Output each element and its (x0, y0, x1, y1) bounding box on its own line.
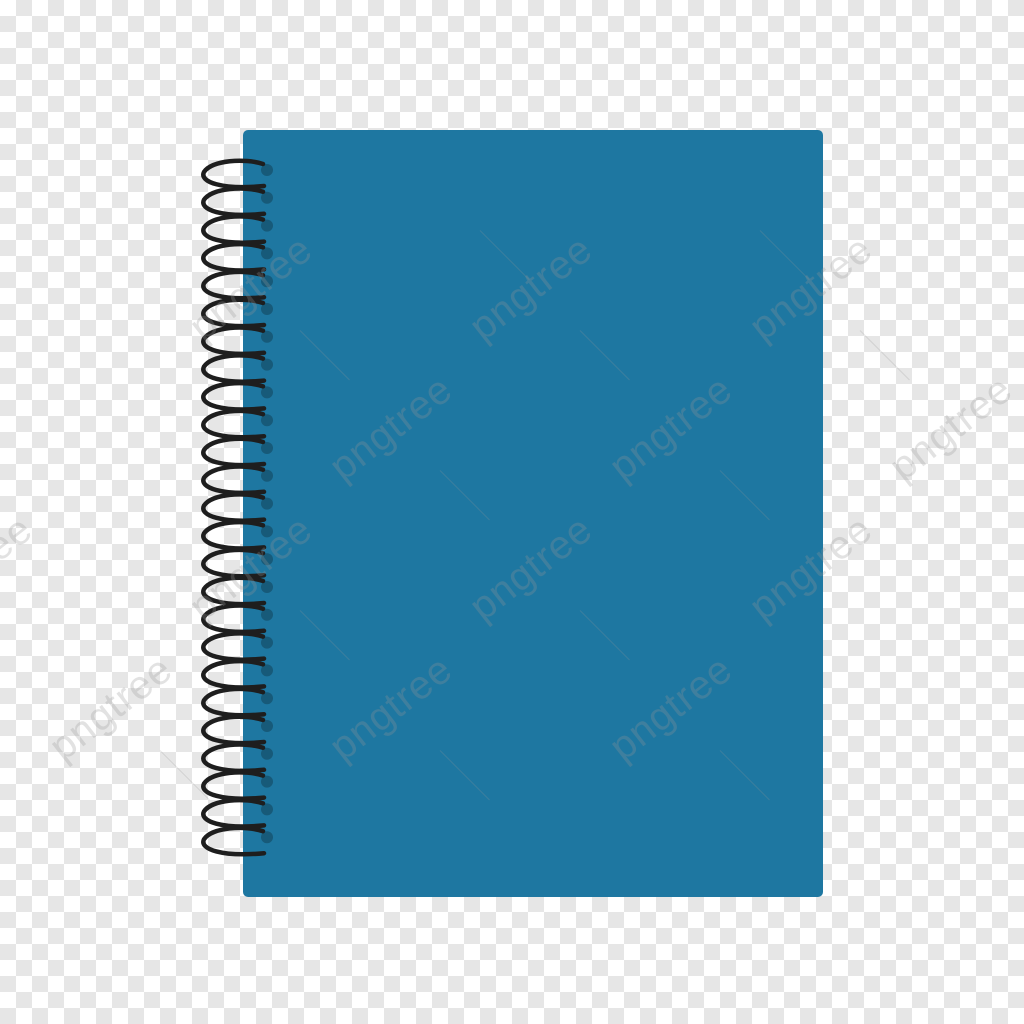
spiral-notebook-icon (201, 130, 823, 897)
transparent-background: pngtree pngtree pngtree pngtree pngtree pngtr… (0, 0, 1024, 1024)
notebook-cover (243, 130, 823, 897)
